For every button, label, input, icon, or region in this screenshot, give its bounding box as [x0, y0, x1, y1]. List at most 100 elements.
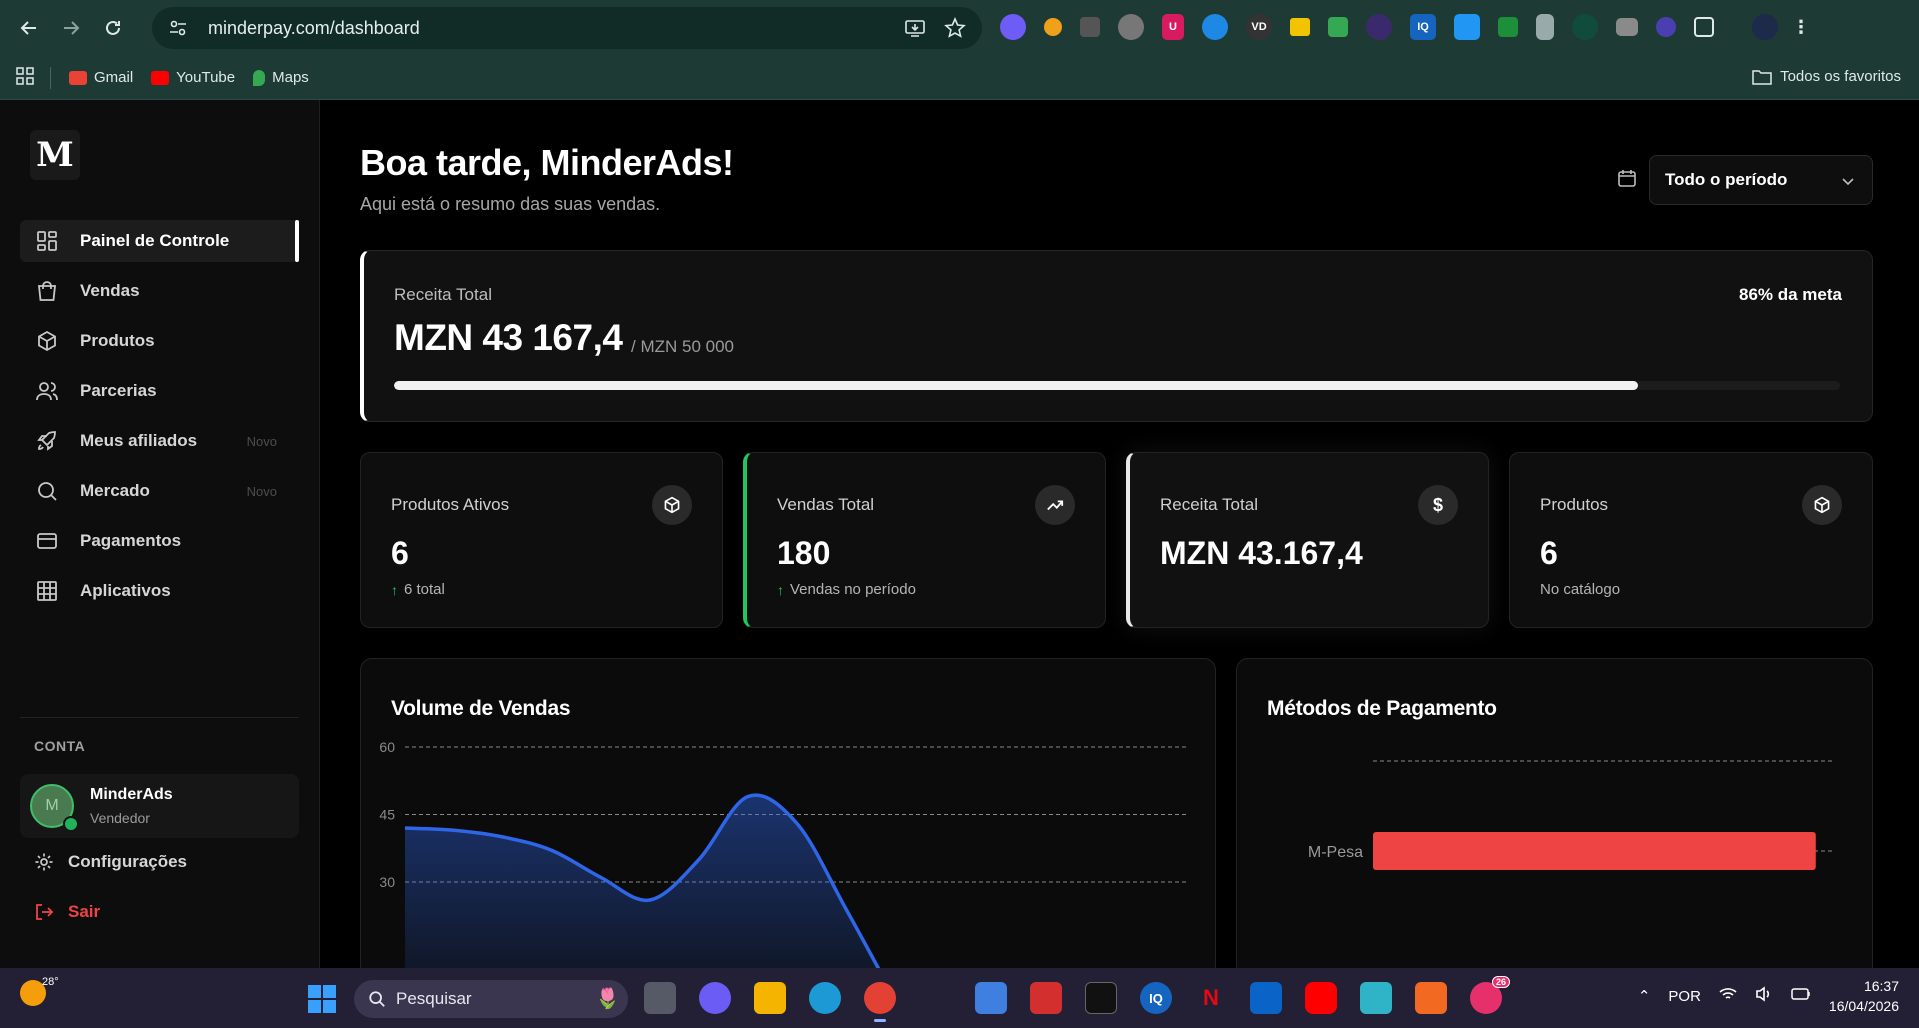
task-view-icon[interactable]	[644, 982, 676, 1014]
extension-globe-icon[interactable]	[1118, 14, 1144, 40]
browser-menu-icon[interactable]: ⋮	[1792, 14, 1810, 40]
new-badge: Novo	[246, 483, 277, 499]
extension-purple-dot-icon[interactable]	[1366, 14, 1392, 40]
extension-puzzle-green-icon[interactable]	[1498, 17, 1518, 37]
shopping-bag-icon	[34, 278, 60, 304]
meet-icon[interactable]	[699, 982, 731, 1014]
search-icon	[34, 478, 60, 504]
file-explorer-icon[interactable]	[754, 982, 786, 1014]
extension-target-icon[interactable]	[1000, 14, 1026, 40]
outlook-icon[interactable]	[1250, 982, 1282, 1014]
apps-grid-icon[interactable]	[16, 66, 34, 89]
sidebar-item-label: Mercado	[80, 481, 150, 500]
sidebar-item-label: Pagamentos	[80, 531, 182, 550]
chrome-icon[interactable]	[864, 982, 896, 1022]
bookmark-star-icon[interactable]	[944, 17, 966, 39]
gmail-icon	[69, 70, 87, 85]
sidebar-item-label: Meus afiliados	[80, 431, 198, 450]
minderpay-logo[interactable]: M	[30, 130, 80, 180]
logout-link[interactable]: Sair	[34, 902, 100, 922]
url-text[interactable]: minderpay.com/dashboard	[208, 18, 420, 39]
keyboard-app-icon[interactable]	[1360, 982, 1392, 1014]
address-bar[interactable]: minderpay.com/dashboard	[152, 7, 982, 49]
youtube-app-icon[interactable]	[1305, 982, 1337, 1014]
bookmark-gmail[interactable]: Gmail	[69, 69, 133, 86]
extension-shield-icon[interactable]	[1536, 14, 1554, 40]
revenue-value: MZN 43 167,4	[394, 317, 623, 358]
extension-arrow-down-icon[interactable]	[1290, 18, 1310, 36]
sidebar-item-aplicativos[interactable]: Aplicativos	[20, 570, 299, 612]
revenue-goal: / MZN 50 000	[631, 337, 734, 356]
install-app-icon[interactable]	[904, 17, 926, 39]
settings-link[interactable]: Configurações	[34, 852, 187, 872]
user-role: Vendedor	[90, 810, 150, 826]
extension-camera-icon[interactable]	[1616, 18, 1638, 36]
payment-bar-m-pesa[interactable]	[1373, 832, 1816, 870]
sidebar-divider	[20, 717, 299, 718]
sidebar-item-meus-afiliados[interactable]: Meus afiliados Novo	[20, 420, 299, 462]
extension-iq-icon[interactable]: IQ	[1410, 14, 1436, 40]
battery-icon[interactable]	[1791, 987, 1811, 1005]
sidebar-item-painel-de-controle[interactable]: Painel de Controle	[20, 220, 299, 262]
sidebar-item-vendas[interactable]: Vendas	[20, 270, 299, 312]
profile-avatar-icon[interactable]	[1752, 14, 1778, 40]
taskbar-search[interactable]: Pesquisar 🌷	[354, 980, 628, 1018]
sidebar-item-produtos[interactable]: Produtos	[20, 320, 299, 362]
maps-pin-icon	[253, 69, 266, 86]
browser-toolbar: minderpay.com/dashboard U VD IQ ⋮	[0, 0, 1919, 56]
start-button[interactable]	[308, 985, 336, 1013]
forward-button[interactable]	[58, 15, 84, 41]
weather-widget[interactable]: 28°	[20, 976, 59, 1006]
vdr-app-icon[interactable]	[1415, 982, 1447, 1014]
bookmark-maps[interactable]: Maps	[253, 69, 309, 86]
video-player-icon[interactable]	[1030, 982, 1062, 1014]
payment-methods-panel: Métodos de Pagamento M-Pesa	[1236, 658, 1873, 968]
extension-shield-u-icon[interactable]: U	[1162, 14, 1184, 40]
logout-label: Sair	[68, 902, 101, 921]
sidebar-item-label: Painel de Controle	[80, 231, 230, 250]
extension-drive-icon[interactable]	[1328, 17, 1348, 37]
period-select[interactable]: Todo o período	[1649, 155, 1873, 205]
all-favorites[interactable]: Todos os favoritos	[1752, 68, 1901, 85]
extension-dark-green-icon[interactable]	[1572, 14, 1598, 40]
trending-up-icon	[1035, 485, 1075, 525]
sidebar-item-label: Parcerias	[80, 381, 157, 400]
extension-download-icon[interactable]	[1080, 17, 1100, 37]
extension-moon-icon[interactable]	[1044, 18, 1062, 36]
site-info-icon[interactable]	[168, 18, 188, 38]
stat-card-vendas-total: Vendas Total 180 ↑ Vendas no período	[743, 452, 1106, 628]
edge-icon[interactable]	[809, 982, 841, 1014]
clock[interactable]: 16:37 16/04/2026	[1829, 976, 1899, 1016]
volume-icon[interactable]	[1755, 986, 1773, 1006]
reload-icon	[106, 20, 120, 35]
extension-magnifier-icon[interactable]	[1202, 14, 1228, 40]
sidebar-item-label: Vendas	[80, 281, 140, 300]
language-indicator[interactable]: POR	[1668, 988, 1701, 1005]
wifi-icon[interactable]	[1719, 987, 1737, 1005]
bookmark-label: YouTube	[176, 69, 236, 86]
bookmarks-bar: Gmail YouTube Maps Todos os favoritos	[0, 56, 1919, 100]
stat-label: Produtos	[1540, 495, 1609, 514]
box-icon	[652, 485, 692, 525]
revenue-goal-card: Receita Total MZN 43 167,4 / MZN 50 000 …	[360, 250, 1873, 422]
wps-icon[interactable]: 26	[1470, 976, 1510, 1014]
extension-signal-icon[interactable]	[1656, 17, 1676, 37]
page-subtitle: Aqui está o resumo das suas vendas.	[360, 194, 661, 214]
netflix-icon[interactable]: N	[1195, 982, 1227, 1014]
user-card[interactable]: M MinderAds Vendedor	[20, 774, 299, 838]
extension-vd-icon[interactable]: VD	[1246, 14, 1272, 40]
revenue-label: Receita Total	[394, 285, 492, 304]
extension-ab-icon[interactable]	[1454, 14, 1480, 40]
iq-app-icon[interactable]: IQ	[1140, 982, 1172, 1014]
sidebar-item-parcerias[interactable]: Parcerias	[20, 370, 299, 412]
extensions-menu-icon[interactable]	[1694, 17, 1714, 37]
reload-button[interactable]	[100, 15, 126, 41]
chevron-up-icon[interactable]: ⌃	[1638, 987, 1651, 1005]
sidebar-item-mercado[interactable]: Mercado Novo	[20, 470, 299, 512]
rocket-icon	[34, 428, 60, 454]
store-icon[interactable]	[975, 982, 1007, 1014]
back-button[interactable]	[16, 15, 42, 41]
sidebar-item-pagamentos[interactable]: Pagamentos	[20, 520, 299, 562]
bookmark-youtube[interactable]: YouTube	[151, 69, 235, 86]
capcut-icon[interactable]	[1085, 982, 1117, 1014]
